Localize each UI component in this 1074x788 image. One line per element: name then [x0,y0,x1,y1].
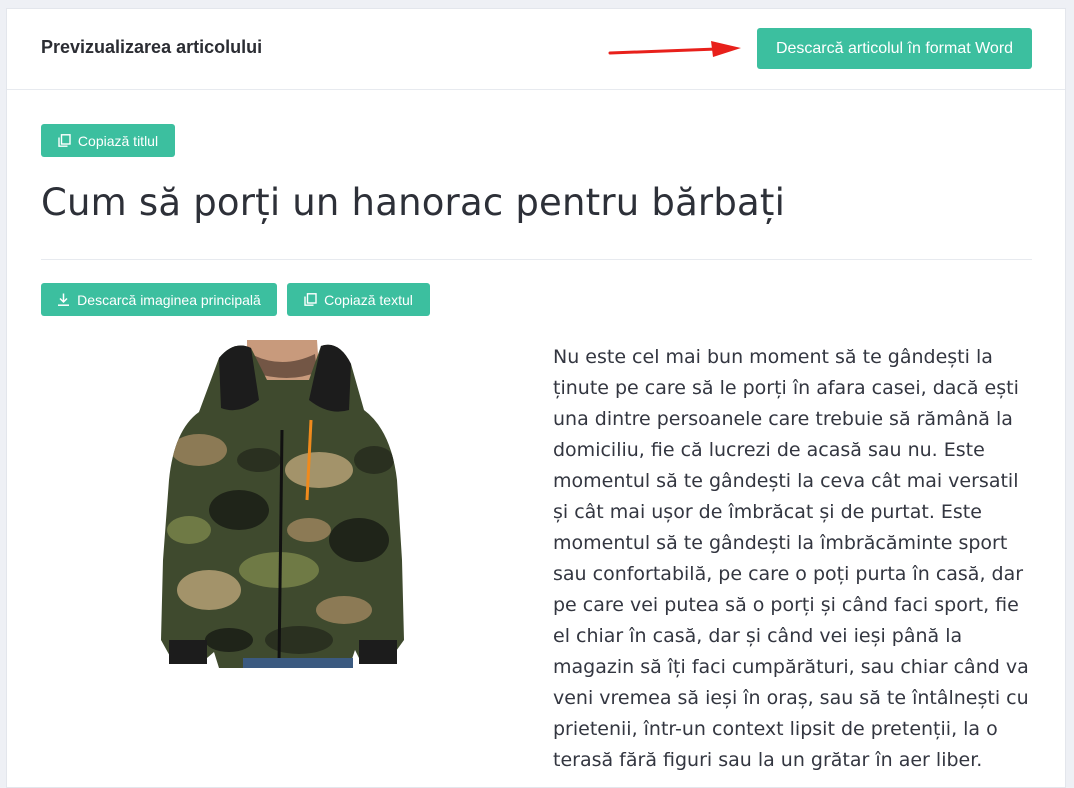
preview-card: Previzualizarea articolului Descarcă art… [6,8,1066,788]
red-arrow-icon [608,41,741,57]
copy-icon [58,134,71,147]
download-image-button[interactable]: Descarcă imaginea principală [41,283,277,316]
article-main-image [161,340,404,668]
download-word-button[interactable]: Descarcă articolul în format Word [757,28,1032,69]
preview-header: Previzualizarea articolului Descarcă art… [7,9,1065,90]
download-icon [58,293,70,306]
copy-text-label: Copiază textul [324,291,413,308]
download-image-label: Descarcă imaginea principală [77,291,261,308]
copy-title-label: Copiază titlul [77,132,159,149]
article-title: Cum să porți un hanorac pentru bărbați [41,181,786,224]
header-title: Previzualizarea articolului [41,37,263,57]
copy-title-button[interactable]: Copiază titlul [41,124,175,157]
copy-text-button[interactable]: Copiază textul [287,283,430,316]
article-body: Nu este cel mai bun moment să te gândeșt… [553,346,1029,771]
copy-icon [304,293,317,306]
divider [41,259,1032,260]
